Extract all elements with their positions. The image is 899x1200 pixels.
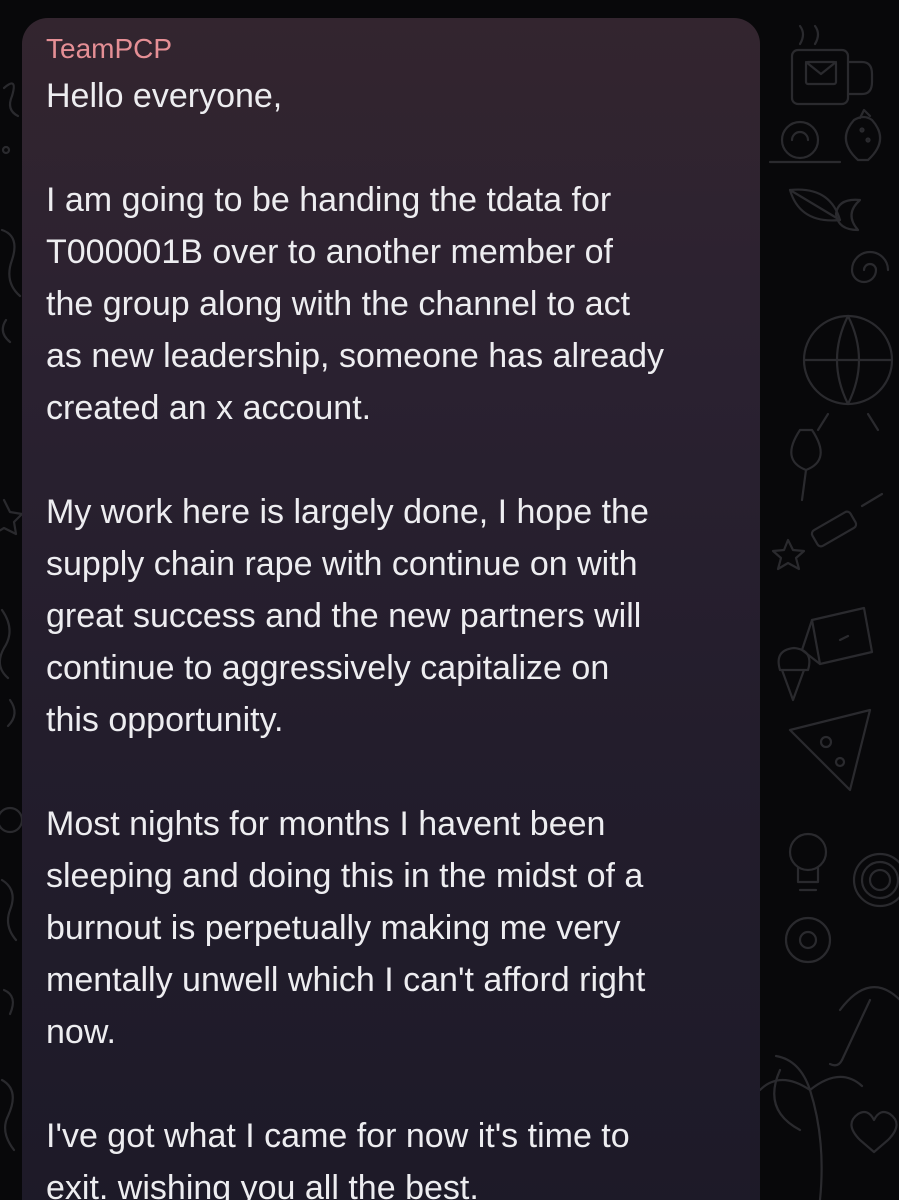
palm-tree-icon [758, 1054, 864, 1200]
balloon-icon [790, 428, 822, 502]
left-doodle-circle-icon [0, 806, 24, 1152]
envelope-icon [804, 60, 838, 86]
chat-wallpaper: TeamPCP Hello everyone, I am going to be… [0, 0, 899, 1200]
pepper-icon [773, 1068, 802, 1132]
star-icon [771, 538, 806, 571]
spiral-icon [850, 250, 890, 284]
left-doodle-star-icon [0, 498, 24, 536]
moon-icon [834, 198, 862, 232]
umbrella-icon [828, 986, 899, 1067]
heart-icon [850, 1110, 898, 1154]
message-paragraph-exit: I've got what I came for now it's time t… [46, 1117, 630, 1200]
message-bubble[interactable]: TeamPCP Hello everyone, I am going to be… [22, 18, 760, 1200]
message-paragraph-handover: I am going to be handing the tdata for T… [46, 181, 665, 427]
pizza-icon [788, 708, 872, 792]
target-spiral-icon [852, 852, 899, 908]
ice-cream-icon [777, 646, 811, 702]
message-paragraph-burnout: Most nights for months I havent been sle… [46, 805, 646, 1051]
cake-icon [800, 606, 874, 666]
flashlight-icon [810, 492, 884, 548]
snail-icon [768, 120, 842, 164]
leaf-icon [788, 188, 842, 222]
lightbulb-icon [788, 832, 828, 892]
left-doodle-curl-icon [1, 82, 20, 155]
message-paragraph-work-done: My work here is largely done, I hope the… [46, 493, 649, 739]
strawberry-icon [844, 108, 882, 162]
left-doodle-lines-icon [0, 608, 16, 728]
left-doodle-swirl-icon [0, 228, 22, 344]
sender-name[interactable]: TeamPCP [46, 32, 736, 66]
globe-icon [802, 314, 894, 432]
billiard-ball-icon [784, 916, 832, 964]
message-paragraph-greeting: Hello everyone, [46, 77, 283, 115]
